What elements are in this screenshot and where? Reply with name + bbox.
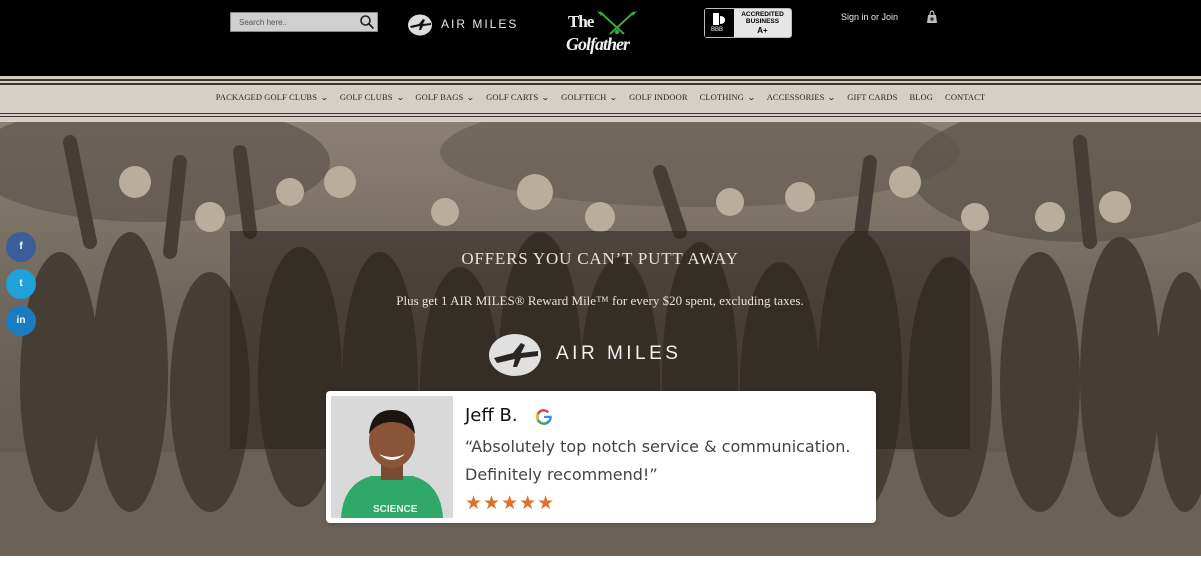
twitter-icon: t [19, 278, 23, 289]
search-box [230, 12, 378, 32]
chevron-down-icon: ⌄ [827, 93, 837, 102]
nav-label: ACCESSORIES [766, 92, 825, 102]
airmiles-plane-icon [489, 334, 541, 376]
nav-label: PACKAGED GOLF CLUBS [215, 92, 318, 102]
airmiles-header-label: AIR MILES [441, 17, 519, 31]
nav-item-contact[interactable]: CONTACT [945, 92, 985, 102]
crossed-clubs-icon [597, 11, 637, 35]
nav-label: GIFT CARDS [847, 92, 898, 102]
review-stars: ★★★★★ [465, 492, 556, 514]
twitter-share-button[interactable]: t [6, 269, 36, 299]
top-header: AIR MILES The Golfather BBB ACCREDITED B… [0, 0, 1201, 76]
chevron-down-icon: ⌄ [609, 93, 619, 102]
linkedin-share-button[interactable]: in [6, 306, 36, 336]
nav-divider [0, 83, 1201, 85]
facebook-share-button[interactable]: f [6, 232, 36, 262]
nav-item-clothing[interactable]: CLOTHING ⌄ [699, 92, 756, 102]
golfather-logo[interactable]: The Golfather [562, 8, 642, 64]
airmiles-logo-header[interactable]: AIR MILES [407, 13, 529, 37]
chevron-down-icon: ⌄ [320, 93, 329, 102]
logo-text-golfather: Golfather [566, 34, 630, 54]
nav-label: GOLFTECH [561, 92, 607, 102]
cart-icon[interactable] [926, 10, 938, 24]
review-quote: “Absolutely top notch service & communic… [465, 437, 851, 484]
bbb-rating-text: A+ [757, 26, 768, 35]
nav-item-packaged-golf-clubs[interactable]: PACKAGED GOLF CLUBS ⌄ [215, 92, 329, 102]
reviewer-avatar: SCIENCE [331, 396, 453, 518]
nav-item-golf-indoor[interactable]: GOLF INDOOR [629, 92, 687, 102]
nav-items: PACKAGED GOLF CLUBS ⌄ GOLF CLUBS ⌄ GOLF BA… [0, 92, 1201, 102]
airmiles-hero-label: AIR MILES [556, 343, 682, 364]
nav-item-blog[interactable]: BLOG [910, 92, 934, 102]
nav-label: GOLF CARTS [486, 92, 539, 102]
logo-text-the: The [568, 12, 594, 31]
reviewer-name: Jeff B. [465, 405, 518, 426]
shirt-text: SCIENCE [373, 504, 418, 515]
bbb-rating-box: ACCREDITED BUSINESS A+ [734, 9, 791, 37]
bbb-badge[interactable]: BBB ACCREDITED BUSINESS A+ [704, 8, 792, 38]
nav-label: CONTACT [945, 92, 986, 102]
search-icon[interactable] [359, 14, 375, 30]
nav-divider [0, 116, 1201, 117]
nav-label: GOLF CLUBS [339, 92, 393, 102]
offer-title: OFFERS YOU CAN’T PUTT AWAY [461, 249, 739, 268]
nav-item-accessories[interactable]: ACCESSORIES ⌄ [766, 92, 837, 102]
reviewer-photo: SCIENCE [331, 396, 453, 518]
bbb-label: BBB [711, 27, 724, 33]
nav-divider [0, 79, 1201, 81]
bbb-torch-icon [713, 13, 725, 25]
nav-item-golf-carts[interactable]: GOLF CARTS ⌄ [486, 92, 551, 102]
airmiles-plane-icon [408, 14, 432, 36]
offer-subtitle: Plus get 1 AIR MILES® Reward Mile™ for e… [396, 293, 804, 308]
nav-label: BLOG [909, 92, 934, 102]
chevron-down-icon: ⌄ [746, 93, 756, 102]
nav-divider [0, 113, 1201, 114]
airmiles-logo-hero[interactable]: AIR MILES [488, 331, 718, 379]
sign-in-link[interactable]: Sign in or Join [841, 12, 898, 22]
chevron-down-icon: ⌄ [541, 93, 551, 102]
main-nav: PACKAGED GOLF CLUBS ⌄ GOLF CLUBS ⌄ GOLF BA… [0, 76, 1201, 122]
review-card: SCIENCE Jeff B. “Absolutely top notch se… [326, 391, 876, 523]
nav-label: GOLF INDOOR [629, 92, 688, 102]
nav-item-golftech[interactable]: GOLFTECH ⌄ [561, 92, 619, 102]
nav-item-golf-clubs[interactable]: GOLF CLUBS ⌄ [340, 92, 404, 102]
chevron-down-icon: ⌄ [466, 93, 476, 102]
bbb-accredited-text: ACCREDITED BUSINESS [741, 11, 784, 25]
nav-item-gift-cards[interactable]: GIFT CARDS [847, 92, 897, 102]
search-input[interactable] [231, 13, 357, 31]
nav-label: GOLF BAGS [415, 92, 464, 102]
bbb-seal: BBB [705, 9, 733, 37]
chevron-down-icon: ⌄ [395, 93, 405, 102]
nav-label: CLOTHING [699, 92, 744, 102]
facebook-icon: f [19, 241, 23, 252]
nav-item-golf-bags[interactable]: GOLF BAGS ⌄ [415, 92, 476, 102]
linkedin-icon: in [16, 315, 26, 326]
google-icon [535, 409, 552, 425]
